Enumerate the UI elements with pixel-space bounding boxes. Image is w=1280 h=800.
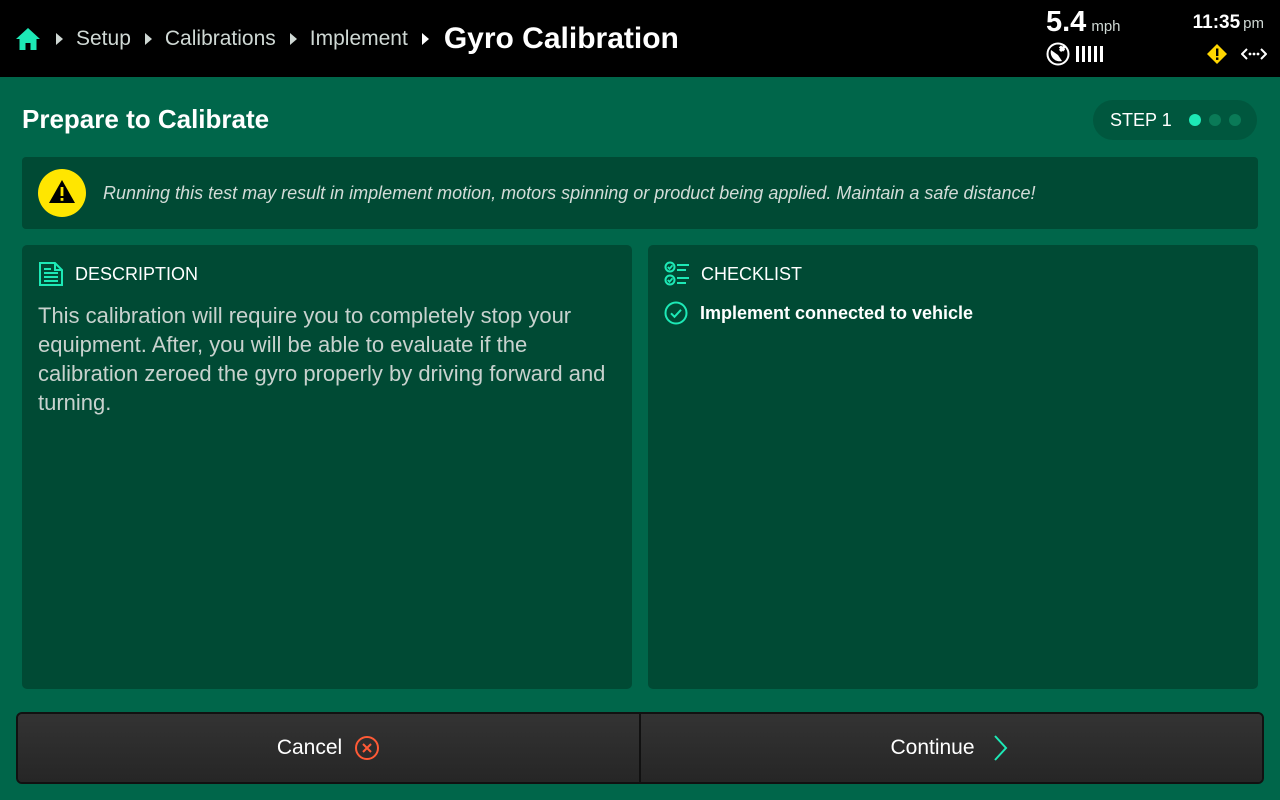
check-circle-icon xyxy=(664,301,688,325)
checklist-heading: CHECKLIST xyxy=(701,263,803,284)
step-dots xyxy=(1188,114,1241,126)
chevron-right-icon xyxy=(421,32,430,45)
step-label: STEP 1 xyxy=(1110,109,1172,130)
clock-time: 11:35 xyxy=(1192,12,1241,33)
breadcrumb-current: Gyro Calibration xyxy=(443,21,679,55)
warning-text: Running this test may result in implemen… xyxy=(103,182,1036,203)
checklist-panel: CHECKLIST Implement connected to vehicle xyxy=(648,245,1258,689)
breadcrumb: Setup Calibrations Implement Gyro Calibr… xyxy=(0,0,679,77)
top-bar: Setup Calibrations Implement Gyro Calibr… xyxy=(0,0,1280,77)
page-title: Prepare to Calibrate xyxy=(22,104,270,134)
step-dot-3 xyxy=(1228,114,1241,126)
chevron-right-icon xyxy=(56,32,64,45)
speed-value: 5.4 xyxy=(1046,6,1087,38)
checklist-item: Implement connected to vehicle xyxy=(664,301,973,325)
connection-arrows-icon[interactable] xyxy=(1240,46,1268,62)
description-body: This calibration will require you to com… xyxy=(38,303,606,415)
chevron-right-icon xyxy=(144,32,153,45)
close-circle-icon xyxy=(354,735,380,761)
step-dot-2 xyxy=(1208,114,1221,126)
speed-readout: 5.4 mph xyxy=(1046,6,1121,39)
cancel-button[interactable]: Cancel xyxy=(18,714,639,782)
breadcrumb-item-implement[interactable]: Implement xyxy=(310,27,408,51)
chevron-right-icon xyxy=(289,32,298,45)
step-indicator: STEP 1 xyxy=(1093,100,1257,140)
gps-icon[interactable] xyxy=(1046,42,1070,66)
home-icon[interactable] xyxy=(14,25,42,53)
checklist-header: CHECKLIST xyxy=(664,261,802,287)
breadcrumb-item-setup[interactable]: Setup xyxy=(76,27,131,51)
continue-button[interactable]: Continue xyxy=(639,714,1262,782)
description-panel: DESCRIPTION This calibration will requir… xyxy=(22,245,632,689)
checklist-item-label: Implement connected to vehicle xyxy=(700,302,974,323)
chevron-right-icon xyxy=(987,735,1013,761)
checklist-icon xyxy=(664,261,690,287)
clock-ampm: pm xyxy=(1243,15,1264,32)
status-area: 5.4 mph 11:35 pm xyxy=(1030,0,1280,77)
description-header: DESCRIPTION xyxy=(38,261,198,287)
breadcrumb-item-calibrations[interactable]: Calibrations xyxy=(165,27,276,51)
description-heading: DESCRIPTION xyxy=(75,263,199,284)
step-dot-1 xyxy=(1188,114,1201,126)
clock: 11:35 pm xyxy=(1193,12,1264,34)
document-icon xyxy=(38,261,64,287)
speed-unit: mph xyxy=(1091,18,1121,35)
cancel-label: Cancel xyxy=(276,736,343,759)
continue-label: Continue xyxy=(890,736,975,759)
warning-banner: Running this test may result in implemen… xyxy=(22,157,1258,229)
warning-triangle-icon xyxy=(38,169,86,217)
footer-actions: Cancel Continue xyxy=(16,712,1264,784)
signal-bars-icon xyxy=(1076,46,1106,62)
warning-diamond-icon[interactable] xyxy=(1206,43,1228,65)
